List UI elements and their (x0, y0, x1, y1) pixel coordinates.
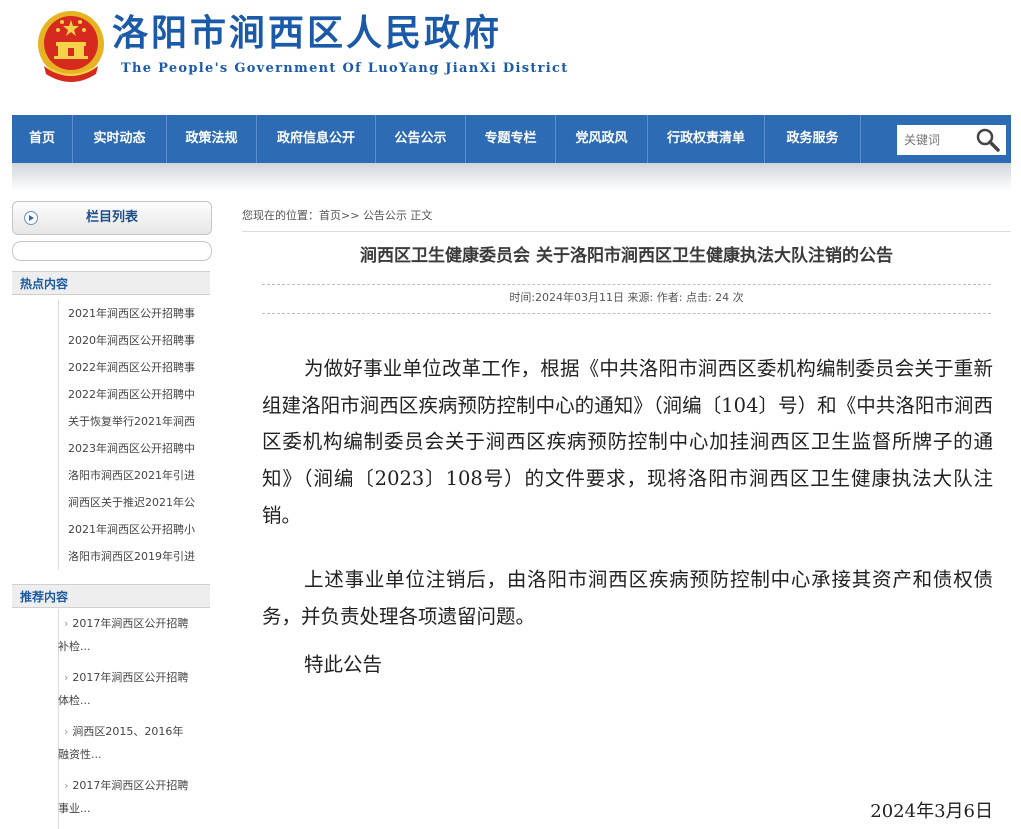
nav-item-power-list[interactable]: 行政权责清单 (648, 115, 765, 163)
title-divider (262, 284, 991, 285)
hot-item-label[interactable]: 洛阳市涧西区2019年引进 (68, 543, 208, 570)
search-input[interactable] (897, 125, 975, 155)
search-box (897, 125, 1006, 155)
hot-item[interactable]: 2022年涧西区公开招聘中 (12, 381, 212, 408)
site-header: 洛阳市涧西区人民政府 The People's Government Of Lu… (0, 0, 1021, 112)
article-body-paragraph-1: 为做好事业单位改革工作，根据《中共洛阳市涧西区委机构编制委员会关于重新组建洛阳市… (262, 351, 993, 535)
breadcrumb-separator: >> (341, 209, 360, 222)
hot-item-label[interactable]: 2023年涧西区公开招聘中 (68, 435, 208, 462)
recommend-item-line1[interactable]: 涧西区2015、2016年 (72, 725, 183, 738)
site-subtitle: The People's Government Of LuoYang JianX… (121, 61, 569, 76)
breadcrumb-current[interactable]: 公告公示 正文 (363, 209, 433, 222)
search-icon[interactable] (975, 127, 1001, 153)
recommend-item-line2[interactable]: 事业... (58, 797, 218, 820)
meta-divider (262, 313, 991, 314)
main-content: 您现在的位置：首页>> 公告公示 正文 涧西区卫生健康委员会 关于洛阳市涧西区卫… (242, 201, 1011, 829)
column-list-header[interactable]: 栏目列表 (12, 201, 212, 235)
article-closing: 特此公告 (304, 653, 383, 676)
nav-item-topics[interactable]: 专题专栏 (466, 115, 556, 163)
hot-item-label[interactable]: 洛阳市涧西区2021年引进 (68, 462, 208, 489)
hot-item[interactable]: 2021年涧西区公开招聘事 (12, 300, 212, 327)
column-list-box (12, 241, 212, 261)
recommend-item-line2[interactable]: 补检... (58, 635, 218, 658)
nav-shadow (12, 163, 1011, 191)
hot-item[interactable]: 洛阳市涧西区2019年引进 (12, 543, 212, 570)
recommend-item-line1[interactable]: 2017年涧西区公开招聘 (72, 617, 188, 630)
nav-item-policy[interactable]: 政策法规 (167, 115, 257, 163)
article-title: 涧西区卫生健康委员会 关于洛阳市涧西区卫生健康执法大队注销的公告 (360, 246, 893, 266)
hot-item-label[interactable]: 2021年涧西区公开招聘事 (68, 300, 208, 327)
recommend-item-line2[interactable]: 体检... (58, 689, 218, 712)
hot-item[interactable]: 关于恢复举行2021年涧西 (12, 408, 212, 435)
recommend-item-line1[interactable]: 2017年涧西区公开招聘 (72, 779, 188, 792)
hot-item-label[interactable]: 关于恢复举行2021年涧西 (68, 408, 208, 435)
recommend-content-title: 推荐内容 (12, 584, 210, 608)
nav-item-news[interactable]: 实时动态 (73, 115, 167, 163)
hot-item-label[interactable]: 2021年涧西区公开招聘小 (68, 516, 208, 543)
hot-item[interactable]: 2023年涧西区公开招聘中 (12, 435, 212, 462)
nav-item-services[interactable]: 政务服务 (765, 115, 861, 163)
hot-item-label[interactable]: 涧西区关于推迟2021年公 (68, 489, 208, 516)
hot-content-title: 热点内容 (12, 271, 210, 295)
national-emblem-icon (38, 11, 104, 82)
recommend-item[interactable]: › 2017年涧西区公开招聘 事业... (58, 774, 218, 828)
chevron-right-icon: › (64, 671, 69, 684)
column-list-label: 栏目列表 (85, 210, 138, 225)
breadcrumb-home[interactable]: 首页 (319, 209, 341, 222)
recommend-item[interactable]: › 2017年涧西区公开招聘 补检... (58, 612, 218, 666)
hot-item-label[interactable]: 2022年涧西区公开招聘中 (68, 381, 208, 408)
article-meta: 时间:2024年03月11日 来源: 作者: 点击: 24 次 (509, 291, 744, 304)
hot-item-label[interactable]: 2022年涧西区公开招聘事 (68, 354, 208, 381)
article-body-paragraph-3: 特此公告 (262, 647, 993, 684)
hot-item[interactable]: 洛阳市涧西区2021年引进 (12, 462, 212, 489)
nav-item-notice[interactable]: 公告公示 (376, 115, 466, 163)
chevron-right-icon: › (64, 779, 69, 792)
chevron-right-icon: › (64, 725, 69, 738)
breadcrumb-prefix: 您现在的位置： (242, 209, 319, 222)
hot-item[interactable]: 2021年涧西区公开招聘小 (12, 516, 212, 543)
breadcrumb: 您现在的位置：首页>> 公告公示 正文 (242, 201, 1011, 232)
article-paragraph: 上述事业单位注销后，由洛阳市涧西区疾病预防控制中心承接其资产和债权债务，并负责处… (262, 568, 993, 628)
recommend-item-line2[interactable]: 融资性... (58, 743, 218, 766)
hot-item[interactable]: 2022年涧西区公开招聘事 (12, 354, 212, 381)
nav-item-party[interactable]: 党风政风 (556, 115, 648, 163)
recommend-item[interactable]: › 2017年涧西区公开招聘 体检... (58, 666, 218, 720)
chevron-right-icon: › (64, 617, 69, 630)
nav-item-info-public[interactable]: 政府信息公开 (257, 115, 376, 163)
recommend-item-line1[interactable]: 2017年涧西区公开招聘 (72, 671, 188, 684)
main-nav: 首页 实时动态 政策法规 政府信息公开 公告公示 专题专栏 党风政风 行政权责清… (12, 115, 1011, 164)
article-date: 2024年3月6日 (870, 801, 993, 822)
article-paragraph: 为做好事业单位改革工作，根据《中共洛阳市涧西区委机构编制委员会关于重新组建洛阳市… (262, 357, 993, 527)
site-title: 洛阳市涧西区人民政府 (112, 13, 503, 54)
article-body-paragraph-2: 上述事业单位注销后，由洛阳市涧西区疾病预防控制中心承接其资产和债权债务，并负责处… (262, 562, 993, 635)
hot-item[interactable]: 2020年涧西区公开招聘事 (12, 327, 212, 354)
recommend-item[interactable]: › 涧西区2015、2016年 融资性... (58, 720, 218, 774)
hot-item-label[interactable]: 2020年涧西区公开招聘事 (68, 327, 208, 354)
hot-item[interactable]: 涧西区关于推迟2021年公 (12, 489, 212, 516)
nav-item-home[interactable]: 首页 (12, 115, 73, 163)
